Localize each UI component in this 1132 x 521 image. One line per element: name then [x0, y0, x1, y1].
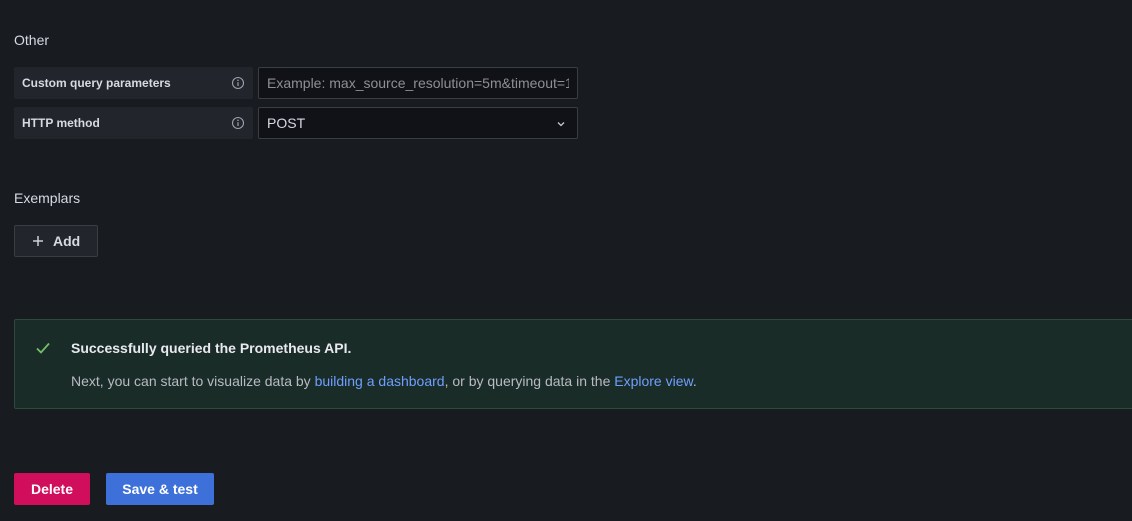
other-section-title: Other: [14, 32, 50, 48]
alert-message-suffix: .: [692, 373, 697, 389]
add-exemplar-label: Add: [53, 233, 81, 249]
alert-message-middle: , or by querying data in the: [444, 373, 615, 389]
exemplars-section-title: Exemplars: [14, 190, 81, 206]
success-alert: Successfully queried the Prometheus API.…: [14, 319, 1132, 409]
http-method-value: POST: [267, 115, 306, 131]
building-dashboard-link[interactable]: building a dashboard: [315, 373, 445, 389]
alert-title: Successfully queried the Prometheus API.: [71, 340, 352, 356]
delete-button[interactable]: Delete: [14, 473, 90, 505]
plus-icon: [33, 236, 43, 246]
info-circle-icon[interactable]: [231, 76, 245, 90]
http-method-label-text: HTTP method: [22, 116, 100, 130]
alert-message-prefix: Next, you can start to visualize data by: [71, 373, 315, 389]
check-icon: [36, 342, 50, 354]
custom-query-parameters-input[interactable]: [258, 67, 578, 99]
custom-query-parameters-label-text: Custom query parameters: [22, 76, 171, 90]
add-exemplar-button[interactable]: Add: [14, 225, 98, 257]
http-method-label: HTTP method: [14, 107, 253, 139]
save-and-test-button[interactable]: Save & test: [106, 473, 214, 505]
explore-view-link[interactable]: Explore view: [614, 373, 693, 389]
info-circle-icon[interactable]: [231, 116, 245, 130]
custom-query-parameters-label: Custom query parameters: [14, 67, 253, 99]
alert-message: Next, you can start to visualize data by…: [71, 373, 697, 389]
chevron-down-icon: [557, 122, 565, 127]
http-method-select[interactable]: POST: [258, 107, 578, 139]
